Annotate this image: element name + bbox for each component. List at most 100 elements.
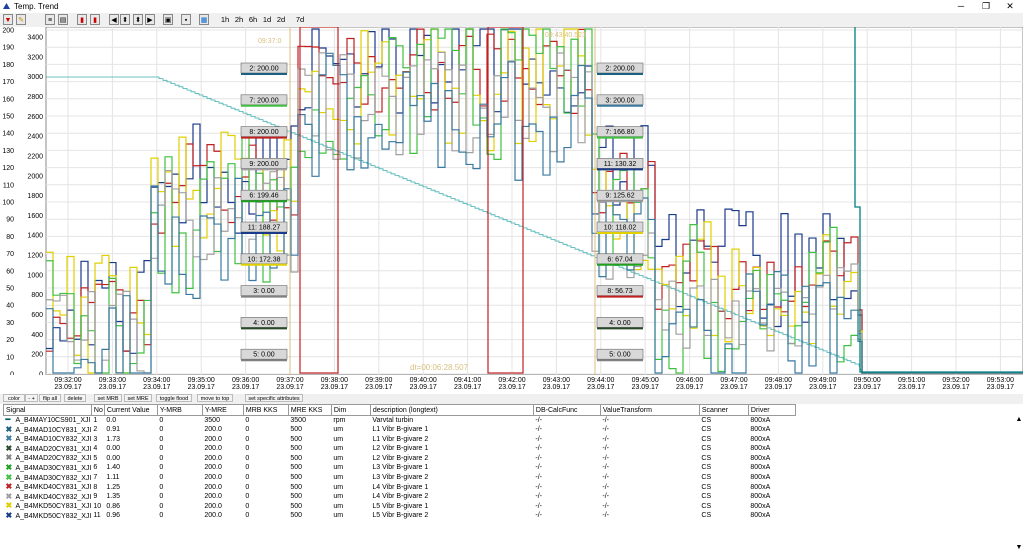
column-header[interactable]: description (longtext): [369, 404, 534, 416]
x-tick-label: 09:41:00 23.09.17: [453, 377, 482, 391]
column-header[interactable]: DB-CalcFunc: [532, 404, 601, 416]
delete-button[interactable]: delete: [64, 394, 86, 402]
cell-signal: ✖ A_B4MAD10CY831_XJI: [5, 424, 92, 434]
list-icon[interactable]: ≡: [45, 14, 55, 25]
x-tick-label: 09:52:00 23.09.17: [942, 377, 970, 391]
marker2-icon[interactable]: ▮: [90, 14, 100, 25]
y-left-tick-label: 60: [6, 268, 14, 275]
table-row[interactable]: ✖ A_B4MAD30CY831_XJI 6 1.40 0 200.0 0 500 um L3 V…: [4, 463, 796, 474]
filter-icon[interactable]: ▼: [3, 14, 13, 25]
column-header[interactable]: No: [90, 404, 105, 416]
next-icon[interactable]: ▶: [145, 14, 155, 25]
cell-mrb: 0: [159, 426, 164, 434]
cell-mrbk: 0: [245, 493, 250, 501]
window-icon[interactable]: ▣: [163, 14, 173, 25]
x-tick-label: 09:32:00 23.09.17: [54, 377, 82, 391]
table-row[interactable]: ✖ A_B4MAD10CY832_XJI 3 1.73 0 200.0 0 500 um L1 V…: [4, 435, 796, 445]
set-specific-attributes-button[interactable]: set specific attributes: [245, 394, 303, 402]
column-header[interactable]: ValueTransform: [599, 404, 700, 416]
cursor-left-time: 09:37:0: [258, 38, 281, 45]
y-left-tick-label: 130: [2, 148, 14, 155]
flip-all-button[interactable]: flip all: [39, 394, 61, 402]
range-1h-button[interactable]: 1h: [219, 14, 231, 25]
cell-desc: L5 Vibr B-givare 1: [372, 502, 429, 510]
column-header[interactable]: Dim: [330, 404, 371, 416]
first-icon[interactable]: ◀: [109, 14, 119, 25]
range-1d-button[interactable]: 1d: [261, 14, 273, 25]
set-mre-button[interactable]: set MRE: [124, 394, 152, 402]
close-button[interactable]: ✕: [997, 0, 1023, 13]
cell-mrbk: 0: [245, 435, 250, 443]
table-row[interactable]: ✖ A_B4MKD40CY831_XJI 8 1.25 0 200.0 0 500 um L4 V…: [4, 483, 796, 493]
column-header[interactable]: Y-MRE: [201, 404, 244, 416]
table-row[interactable]: ✖ A_B4MKD50CY832_XJI 11 0.96 0 200.0 0 500 um L5 …: [4, 511, 796, 522]
cell-mrbk: 0: [245, 483, 250, 491]
range-2h-button[interactable]: 2h: [233, 14, 245, 25]
zoom-vertical-icon[interactable]: ⬍: [120, 14, 130, 25]
cell-mrbk: 0: [245, 474, 250, 482]
cell-dim: um: [333, 512, 344, 520]
cell-mrek: 500: [290, 493, 303, 501]
table-row[interactable]: ✖ A_B4MKD40CY832_XJI 9 1.35 0 200.0 0 500 um L4 V…: [4, 492, 796, 503]
save-icon[interactable]: ▪: [181, 14, 191, 25]
range-2d-button[interactable]: 2d: [275, 14, 287, 25]
cell-scanner: CS: [701, 445, 712, 453]
cell-no: 3: [93, 435, 98, 443]
cell-mrbk: 0: [245, 464, 250, 472]
column-header[interactable]: Signal: [3, 404, 92, 416]
print-icon[interactable]: ▦: [199, 14, 209, 25]
table-row[interactable]: ✖ A_B4MAD20CY832_XJI 5 0.00 0 200.0 0 500 um L2 V…: [4, 454, 796, 464]
cell-signal: ✖ A_B4MAD30CY832_XJI: [5, 472, 92, 482]
cell-signal: ✖ A_B4MAD20CY831_XJI: [5, 443, 92, 453]
column-header[interactable]: MRE KKS: [287, 404, 332, 416]
color-button[interactable]: color: [3, 394, 25, 402]
marker-icon[interactable]: ▮: [77, 14, 87, 25]
edit-icon[interactable]: ✎: [16, 14, 26, 25]
column-header[interactable]: Y-MRB: [156, 404, 203, 416]
cell-trans: -/-: [602, 454, 609, 462]
minus-plus-button[interactable]: - +: [25, 394, 38, 402]
trend-chart[interactable]: 200 190 180 170 160 150 140 130 120 110 100 90 80 70 6…: [0, 27, 1023, 375]
grid-icon[interactable]: ▤: [58, 14, 68, 25]
cell-mrek: 500: [290, 426, 303, 434]
left-label-text: 6: 199.46: [249, 193, 278, 200]
table-row[interactable]: ✖ A_B4MAD30CY832_XJI 7 1.11 0 200.0 0 500 um L3 V…: [4, 472, 796, 484]
pan-vertical-icon[interactable]: ⬍: [133, 14, 143, 25]
y-right-tick-label: 1600: [27, 213, 43, 220]
column-header[interactable]: Scanner: [698, 404, 749, 416]
cell-driver: 800xA: [750, 445, 771, 453]
y-left-tick-label: 160: [2, 96, 14, 103]
column-header[interactable]: Driver: [747, 404, 796, 416]
cell-value: 0.96: [106, 512, 121, 520]
y-left-tick-label: 120: [2, 165, 14, 172]
cell-scanner: CS: [701, 474, 712, 482]
table-row[interactable]: ✖ A_B4MAD20CY831_XJI 4 0.00 0 200.0 0 500 um L2 V…: [4, 443, 796, 455]
cell-dim: um: [333, 483, 344, 491]
move-to-top-button[interactable]: move to top: [197, 394, 233, 402]
x-tick-label: 09:43:00 23.09.17: [542, 377, 571, 391]
y-left-tick-label: 150: [2, 114, 14, 121]
column-header[interactable]: MRB KKS: [242, 404, 289, 416]
table-row[interactable]: ✖ A_B4MAD10CY831_XJI 2 0.91 0 200.0 0 500 um L1 V…: [4, 424, 796, 436]
y-right-tick-label: 1000: [27, 272, 43, 279]
minimize-button[interactable]: ─: [948, 0, 974, 13]
set-mrb-button[interactable]: set MRB: [94, 394, 122, 402]
maximize-button[interactable]: ❐: [973, 0, 999, 13]
scroll-up-icon[interactable]: ▲: [1015, 416, 1023, 426]
scroll-down-icon[interactable]: ▼: [1015, 544, 1023, 554]
table-row[interactable]: ✖ A_B4MKD50CY831_XJI 10 0.86 0 200.0 0 500 um L5 …: [4, 502, 796, 512]
column-header[interactable]: Current Value: [103, 404, 158, 416]
cell-driver: 800xA: [750, 435, 771, 443]
cell-scanner: CS: [701, 416, 712, 424]
table-row[interactable]: ━ A_B4MAY10CS901_XJI 1 0.0 0 3500 0 3500 rpm Varv…: [4, 416, 796, 426]
x-tick-label: 09:36:00 23.09.17: [231, 377, 260, 391]
cell-trans: -/-: [602, 416, 609, 424]
cell-mrek: 500: [290, 483, 303, 491]
range-6h-button[interactable]: 6h: [247, 14, 259, 25]
y-right-tick-label: 2400: [27, 134, 43, 141]
cell-mrek: 500: [290, 464, 303, 472]
toggle-flood-button[interactable]: toggle flood: [156, 394, 192, 402]
cross-marker-icon: ✖: [5, 482, 13, 492]
y-left-tick-label: 40: [6, 303, 14, 310]
range-7d-button[interactable]: 7d: [294, 14, 306, 25]
